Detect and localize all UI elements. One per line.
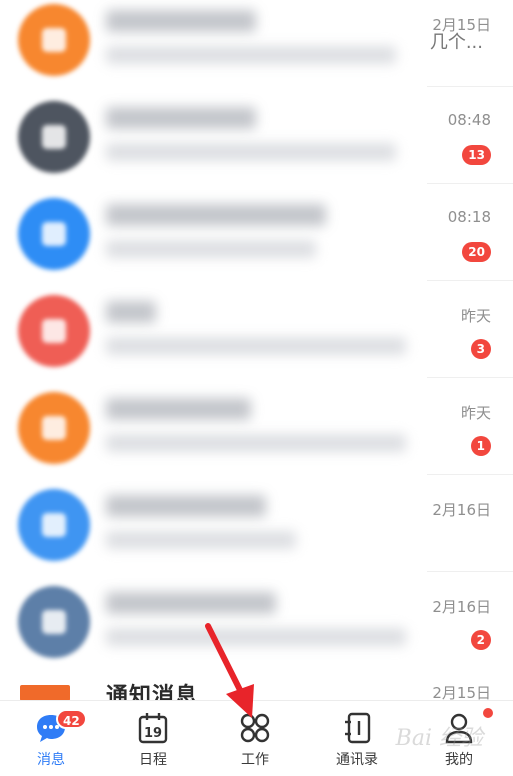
avatar [18,198,90,270]
avatar-glyph [42,319,66,343]
conversation-row[interactable]: 昨天 3 [0,281,513,378]
avatar [18,392,90,464]
partial-row-meta: 2月15日 [427,650,513,702]
conversation-time: 昨天 [460,307,491,325]
notification-dot [483,708,493,718]
calendar-day-text: 19 [144,726,162,741]
tab-calendar[interactable]: 19 日程 [102,701,204,776]
tab-label: 我的 [445,752,473,768]
avatar-glyph [42,416,66,440]
avatar-glyph [42,610,66,634]
calendar-icon: 19 [138,713,168,744]
blurred-title [106,10,256,32]
blurred-title [106,301,156,323]
conversation-meta: 昨天 1 [427,378,513,475]
blurred-title [106,398,251,420]
conversation-row[interactable]: 2月16日 [0,475,513,572]
conversation-meta: 08:18 20 [427,184,513,281]
blurred-title [106,495,266,517]
avatar [18,4,90,76]
avatar [18,586,90,658]
blurred-preview [106,337,406,355]
unread-count-badge: 42 [56,709,87,729]
avatar-glyph [42,125,66,149]
watermark: Bai 经验 [395,726,483,751]
contacts-book-icon [345,712,371,744]
conversation-time: 昨天 [460,404,491,422]
unread-badge: 3 [470,339,491,359]
conversation-meta: 2月16日 [427,475,513,572]
avatar [18,295,90,367]
unread-badge: 13 [462,145,491,165]
conversation-meta: 2月15日 几个... [427,0,513,87]
tab-label: 消息 [37,752,65,768]
tab-messages[interactable]: 42 消息 [0,701,102,776]
avatar [18,101,90,173]
blurred-preview [106,143,396,161]
conversation-time: 2月16日 [432,501,491,519]
conversation-time: 08:18 [447,208,491,226]
conversation-meta: 08:48 13 [427,87,513,184]
conversation-row[interactable]: 2月15日 几个... [0,0,513,87]
avatar [18,489,90,561]
conversation-list: 2月15日 几个... 08:48 13 08:18 20 昨天 3 昨天 1 2月16日 2月16日… [0,0,513,700]
avatar-glyph [42,28,66,52]
conversation-time: 08:48 [447,111,491,129]
conversation-row[interactable]: 08:48 13 [0,87,513,184]
blurred-title [106,204,326,226]
conversation-meta: 昨天 3 [427,281,513,378]
blurred-preview [106,46,396,64]
conversation-time: 2月16日 [432,598,491,616]
blurred-preview [106,531,296,549]
blurred-title [106,107,256,129]
tab-label: 工作 [241,752,269,768]
blurred-preview [106,240,316,258]
conversation-row[interactable]: 昨天 1 [0,378,513,475]
avatar-glyph [42,222,66,246]
unread-badge: 20 [462,242,491,262]
tab-contacts[interactable]: 通讯录 [306,701,408,776]
blurred-preview [106,434,406,452]
conversation-row[interactable]: 08:18 20 [0,184,513,281]
red-arrow-annotation [205,623,254,718]
avatar-glyph [42,513,66,537]
unread-badge: 2 [470,630,491,650]
tab-label: 日程 [139,752,167,768]
blurred-title [106,592,276,614]
preview-tail-text: 几个... [429,32,483,53]
partial-avatar [20,685,70,701]
tab-label: 通讯录 [336,752,378,768]
unread-badge: 1 [470,436,491,456]
